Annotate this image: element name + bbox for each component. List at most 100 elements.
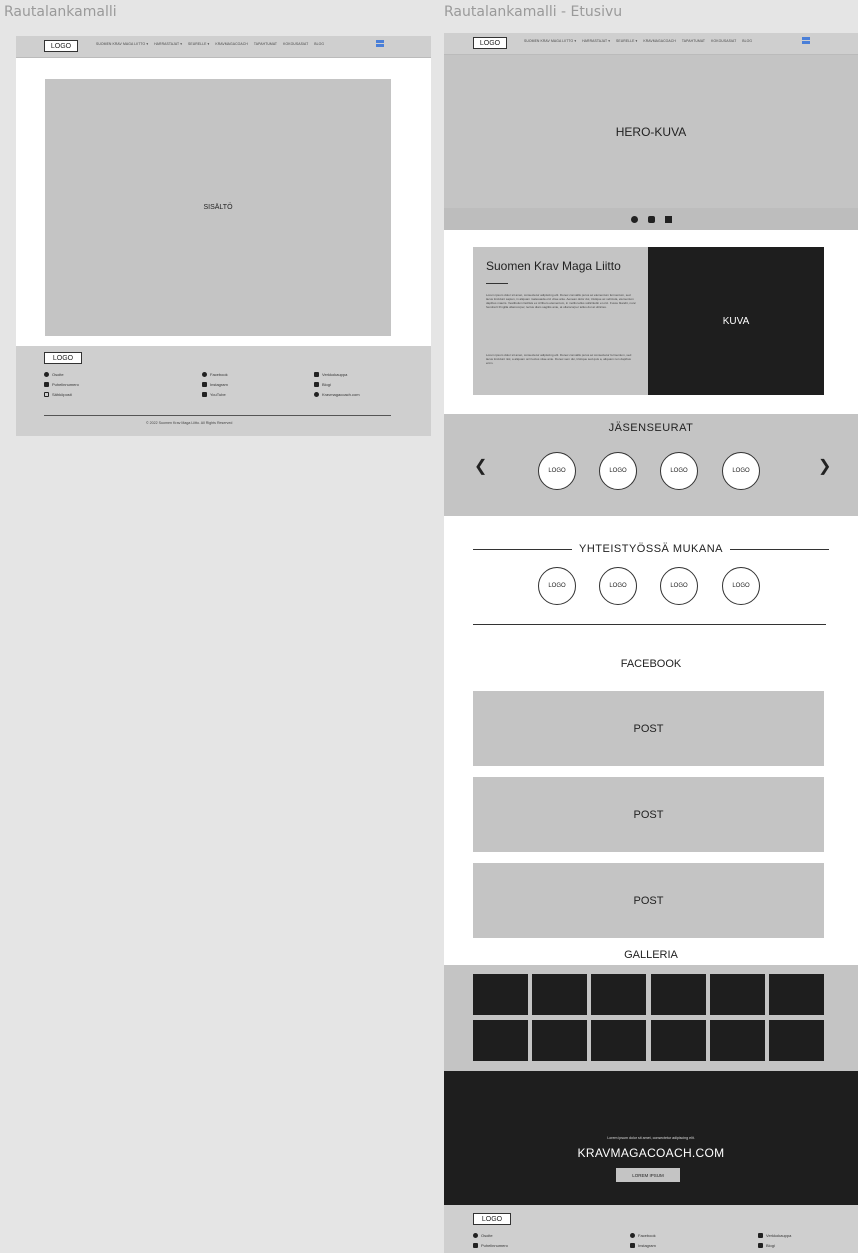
gallery-grid: [444, 965, 858, 1071]
homepage-frame: LOGO SUOMEN KRAV MAGA LIITTO ▾ HARRASTAJ…: [444, 33, 858, 1253]
flag-icon: [376, 40, 384, 43]
facebook-title: FACEBOOK: [620, 658, 682, 670]
footer-shop-link[interactable]: Verkkokauppa: [314, 372, 347, 377]
social-bar: [444, 208, 858, 230]
instagram-icon[interactable]: [647, 215, 655, 223]
footer: LOGO Osoite Puhelinnumero Sähköposti Fac…: [16, 346, 431, 436]
gallery-thumb[interactable]: [473, 974, 528, 1015]
copyright: © 2022 Suomen Krav Maga Liitto. All Righ…: [146, 421, 233, 425]
intro-title: Suomen Krav Maga Liitto: [486, 259, 621, 273]
top-nav: LOGO SUOMEN KRAV MAGA LIITTO ▾ HARRASTAJ…: [444, 33, 858, 55]
right-frame-title: Rautalankamalli - Etusivu: [444, 4, 623, 20]
nav-item[interactable]: TAPAHTUMAT: [682, 39, 705, 43]
location-pin-icon: [44, 372, 49, 377]
intro-rule: [486, 283, 508, 284]
footer-instagram-link[interactable]: Instagram: [630, 1243, 656, 1248]
footer-shop-link[interactable]: Verkkokauppa: [758, 1233, 791, 1238]
partner-logo[interactable]: LOGO: [599, 567, 637, 605]
gallery-title: GALLERIA: [624, 949, 678, 961]
gallery-thumb[interactable]: [473, 1020, 528, 1061]
location-pin-icon: [473, 1233, 478, 1238]
nav-item[interactable]: SEURELLE ▾: [616, 39, 637, 43]
intro-section: Suomen Krav Maga Liitto Lorem ipsum dolo…: [473, 247, 824, 395]
gallery-thumb[interactable]: [532, 1020, 587, 1061]
gallery-thumb[interactable]: [591, 1020, 646, 1061]
footer-youtube-link[interactable]: YouTube: [202, 392, 226, 397]
intro-paragraph: Lorem ipsum dolor sit amet, consectetur …: [486, 293, 636, 309]
member-logo[interactable]: LOGO: [538, 452, 576, 490]
nav-item[interactable]: HARRASTAJAT ▾: [582, 39, 610, 43]
nav-item[interactable]: TAPAHTUMAT: [254, 42, 277, 46]
nav-item[interactable]: KOKOUSASIAT: [283, 42, 308, 46]
facebook-post[interactable]: POST: [473, 691, 824, 766]
gallery-thumb[interactable]: [651, 1020, 706, 1061]
nav-menu: SUOMEN KRAV MAGA LIITTO ▾ HARRASTAJAT ▾ …: [524, 39, 752, 43]
nav-item[interactable]: KOKOUSASIAT: [711, 39, 736, 43]
footer: LOGO Osoite Puhelinnumero Facebook Insta…: [444, 1205, 858, 1253]
footer-blog-link[interactable]: Blogi: [314, 382, 331, 387]
carousel-prev-icon[interactable]: ❮: [474, 456, 487, 476]
cta-button[interactable]: LOREM IPSUM: [616, 1168, 680, 1182]
top-nav: LOGO SUOMEN KRAV MAGA LIITTO ▾ HARRASTAJ…: [16, 36, 431, 58]
footer-facebook-link[interactable]: Facebook: [630, 1233, 656, 1238]
nav-item[interactable]: SUOMEN KRAV MAGA LIITTO ▾: [96, 42, 148, 46]
gallery-thumb[interactable]: [769, 974, 824, 1015]
flag-icon: [802, 41, 810, 44]
member-clubs-section: JÄSENSEURAT ❮ LOGO LOGO LOGO LOGO ❯: [444, 414, 858, 516]
nav-logo[interactable]: LOGO: [44, 40, 78, 52]
cart-icon: [314, 372, 319, 377]
blog-icon: [758, 1243, 763, 1248]
partner-logo[interactable]: LOGO: [538, 567, 576, 605]
flag-icon: [376, 44, 384, 47]
footer-logo[interactable]: LOGO: [473, 1213, 511, 1225]
language-switcher[interactable]: [802, 37, 816, 47]
gallery-thumb[interactable]: [769, 1020, 824, 1061]
youtube-icon: [202, 392, 207, 397]
carousel-next-icon[interactable]: ❯: [818, 456, 831, 476]
facebook-icon[interactable]: [630, 215, 638, 223]
gallery-thumb[interactable]: [532, 974, 587, 1015]
nav-item[interactable]: BLOG: [742, 39, 752, 43]
nav-item[interactable]: KRAVMAGACOACH: [215, 42, 248, 46]
footer-logo[interactable]: LOGO: [44, 352, 82, 364]
nav-item[interactable]: HARRASTAJAT ▾: [154, 42, 182, 46]
youtube-icon[interactable]: [664, 215, 672, 223]
nav-item[interactable]: KRAVMAGACOACH: [643, 39, 676, 43]
member-logo[interactable]: LOGO: [722, 452, 760, 490]
section-divider: [473, 624, 826, 625]
left-frame-title: Rautalankamalli: [4, 4, 117, 20]
intro-image-placeholder: KUVA: [648, 247, 824, 395]
footer-address: Osoite: [44, 372, 64, 377]
facebook-post[interactable]: POST: [473, 863, 824, 938]
footer-email[interactable]: Sähköposti: [44, 392, 72, 397]
member-logo[interactable]: LOGO: [599, 452, 637, 490]
partners-heading: YHTEISTYÖSSÄ MUKANA: [444, 543, 858, 555]
nav-item[interactable]: SUOMEN KRAV MAGA LIITTO ▾: [524, 39, 576, 43]
footer-blog-link[interactable]: Blogi: [758, 1243, 775, 1248]
nav-item[interactable]: BLOG: [314, 42, 324, 46]
blog-icon: [314, 382, 319, 387]
nav-item[interactable]: SEURELLE ▾: [188, 42, 209, 46]
content-placeholder: SISÄLTÖ: [45, 79, 391, 336]
facebook-icon: [202, 372, 207, 377]
partner-logo[interactable]: LOGO: [660, 567, 698, 605]
nav-logo[interactable]: LOGO: [473, 37, 507, 49]
gallery-thumb[interactable]: [651, 974, 706, 1015]
gallery-thumb[interactable]: [710, 974, 765, 1015]
footer-phone[interactable]: Puhelinnumero: [473, 1243, 508, 1248]
instagram-icon: [630, 1243, 635, 1248]
cta-title: KRAVMAGACOACH.COM: [577, 1146, 725, 1160]
partner-logo[interactable]: LOGO: [722, 567, 760, 605]
member-logo[interactable]: LOGO: [660, 452, 698, 490]
template-frame: LOGO SUOMEN KRAV MAGA LIITTO ▾ HARRASTAJ…: [16, 36, 431, 436]
footer-coach-link[interactable]: Kravmagacoach.com: [314, 392, 360, 397]
gallery-thumb[interactable]: [710, 1020, 765, 1061]
footer-phone[interactable]: Puhelinnumero: [44, 382, 79, 387]
facebook-post[interactable]: POST: [473, 777, 824, 852]
language-switcher[interactable]: [376, 40, 390, 50]
partners-title: YHTEISTYÖSSÄ MUKANA: [579, 543, 723, 555]
nav-menu: SUOMEN KRAV MAGA LIITTO ▾ HARRASTAJAT ▾ …: [96, 42, 324, 46]
gallery-thumb[interactable]: [591, 974, 646, 1015]
footer-instagram-link[interactable]: Instagram: [202, 382, 228, 387]
footer-facebook-link[interactable]: Facebook: [202, 372, 228, 377]
